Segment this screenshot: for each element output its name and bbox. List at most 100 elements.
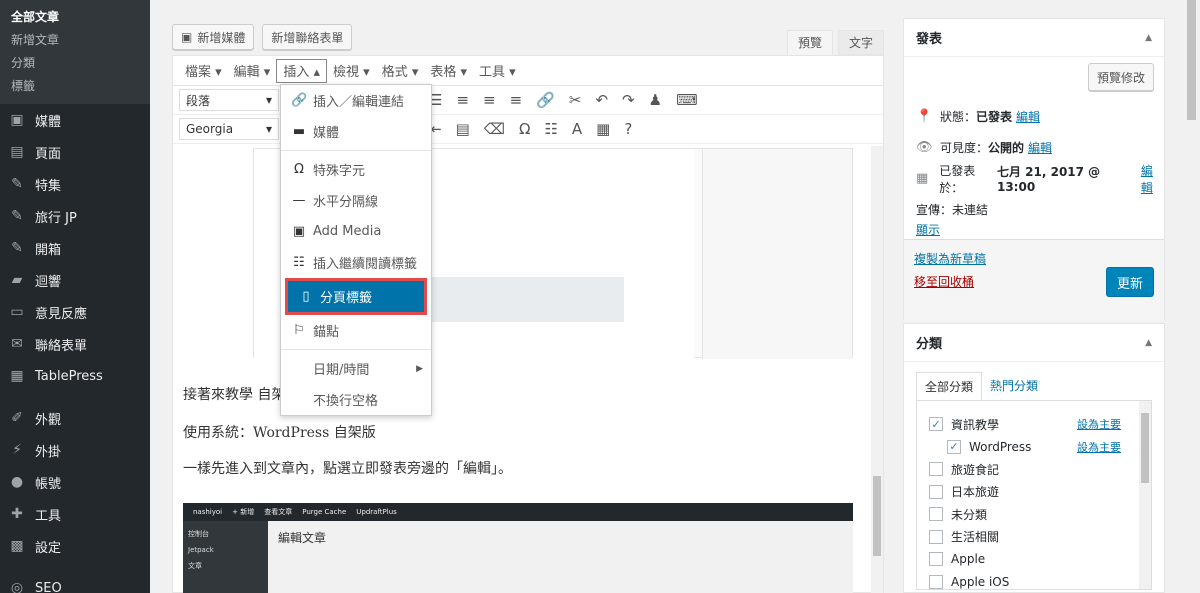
submenu-all-posts[interactable]: 全部文章 xyxy=(0,6,150,29)
category-scrollbar[interactable] xyxy=(1139,401,1151,589)
dropdown-item-5[interactable]: ☷ 插入繼續閱讀標籤 xyxy=(281,247,431,278)
link-icon[interactable]: 🔗 xyxy=(536,91,555,109)
spy-icon[interactable]: ♟ xyxy=(649,91,662,109)
sidebar-item-1[interactable]: ▤ 頁面 xyxy=(0,136,150,168)
submenu-new-post[interactable]: 新增文章 xyxy=(0,29,150,52)
keyboard-icon[interactable]: ⌨ xyxy=(676,91,698,109)
published-edit-link[interactable]: 編輯 xyxy=(1141,162,1164,196)
dropdown-item-4[interactable]: ▣ Add Media xyxy=(281,216,431,247)
category-checkbox[interactable] xyxy=(929,529,943,544)
tab-text[interactable]: 文字 xyxy=(837,30,884,55)
copy-draft-link[interactable]: 複製為新草稿 xyxy=(914,252,986,266)
font-select[interactable]: Georgia ▾ xyxy=(179,118,279,140)
sidebar-item-6[interactable]: ▭ 意見反應 xyxy=(0,296,150,328)
category-item[interactable]: Apple xyxy=(917,548,1151,571)
tab-all-categories[interactable]: 全部分類 xyxy=(916,372,983,400)
sidebar-item-5[interactable]: ▰ 迴響 xyxy=(0,264,150,296)
sidebar-item-14[interactable]: ◎ SEO xyxy=(0,572,150,593)
category-checkbox[interactable]: ✓ xyxy=(947,439,961,454)
editor-content[interactable]: 接著來教學 自架 使用系統：WordPress 自架版 一樣先進入到文章內，點選… xyxy=(173,146,873,593)
menubar-item-4[interactable]: 格式 ▾ xyxy=(376,59,425,83)
sidebar-item-7[interactable]: ✉ 聯絡表單 xyxy=(0,328,150,360)
category-item[interactable]: 日本旅遊 xyxy=(917,481,1151,504)
category-scroll-thumb[interactable] xyxy=(1141,413,1149,483)
status-edit-link[interactable]: 編輯 xyxy=(1016,108,1040,125)
pagebreak-icon: ▯ xyxy=(302,289,310,304)
add-media-button[interactable]: ▣ 新增媒體 xyxy=(172,24,255,50)
submenu-tags[interactable]: 標籤 xyxy=(0,75,150,98)
add-form-button[interactable]: 新增聯絡表單 xyxy=(262,24,353,50)
align-center-icon[interactable]: ≡ xyxy=(483,91,496,109)
sidebar-item-12[interactable]: ✚ 工具 xyxy=(0,498,150,530)
sidebar-item-4[interactable]: ✎ 開箱 xyxy=(0,232,150,264)
menubar-item-2[interactable]: 插入 ▴ xyxy=(276,58,328,83)
sidebar-item-3[interactable]: ✎ 旅行 JP xyxy=(0,200,150,232)
sidebar-item-11[interactable]: ● 帳號 xyxy=(0,466,150,498)
visibility-edit-link[interactable]: 編輯 xyxy=(1028,139,1052,156)
sidebar-item-0[interactable]: ▣ 媒體 xyxy=(0,104,150,136)
move-to-trash-link[interactable]: 移至回收桶 xyxy=(914,275,974,289)
align-left-icon[interactable]: ≡ xyxy=(456,91,469,109)
unlink-icon[interactable]: ✂ xyxy=(569,91,582,109)
category-item[interactable]: ✓ 資訊教學 設為主要 xyxy=(917,413,1151,436)
menubar-item-3[interactable]: 檢視 ▾ xyxy=(327,59,376,83)
dropdown-item-3[interactable]: — 水平分隔線 xyxy=(281,185,431,216)
undo-icon[interactable]: ↶ xyxy=(595,91,608,109)
categories-header[interactable]: 分類 ▲ xyxy=(904,324,1164,362)
dropdown-item-6[interactable]: ▯ 分頁標籤 xyxy=(285,278,427,315)
category-checkbox[interactable]: ✓ xyxy=(929,417,943,432)
preview-changes-button[interactable]: 預覽修改 xyxy=(1087,63,1154,91)
align-right-icon[interactable]: ≡ xyxy=(510,91,523,109)
dropdown-item-2[interactable]: Ω 特殊字元 xyxy=(281,154,431,185)
menubar-item-6[interactable]: 工具 ▾ xyxy=(473,59,522,83)
sidebar-item-9[interactable]: ✐ 外觀 xyxy=(0,402,150,434)
update-button[interactable]: 更新 xyxy=(1106,267,1154,297)
category-item[interactable]: 旅遊食記 xyxy=(917,458,1151,481)
category-item[interactable]: ✓ WordPress 設為主要 xyxy=(917,436,1151,459)
category-item[interactable]: Apple iOS xyxy=(917,571,1151,590)
dropdown-item-8[interactable]: 日期/時間 ▶ xyxy=(281,353,431,384)
hr-icon[interactable]: ☷ xyxy=(544,120,557,138)
dropdown-item-1[interactable]: ▬ 媒體 xyxy=(281,116,431,147)
publish-header[interactable]: 發表 ▲ xyxy=(904,19,1164,57)
sidebar-item-2[interactable]: ✎ 特集 xyxy=(0,168,150,200)
show-link[interactable]: 顯示 xyxy=(916,221,940,238)
category-checkbox[interactable] xyxy=(929,552,943,567)
category-item[interactable]: 生活相關 xyxy=(917,526,1151,549)
dropdown-item-0[interactable]: 🔗 插入／編輯連結 xyxy=(281,85,431,116)
help-icon[interactable]: ? xyxy=(624,120,632,138)
page-scrollbar[interactable] xyxy=(1183,0,1200,593)
tab-visual[interactable]: 預覽 xyxy=(786,30,833,55)
omega-icon[interactable]: Ω xyxy=(519,120,530,138)
dropdown-item-label: 插入繼續閱讀標籤 xyxy=(313,257,418,272)
menubar-item-1[interactable]: 編輯 ▾ xyxy=(228,59,277,83)
make-primary-link[interactable]: 設為主要 xyxy=(1077,439,1121,455)
category-item[interactable]: 未分類 xyxy=(917,503,1151,526)
make-primary-link[interactable]: 設為主要 xyxy=(1077,416,1121,432)
dropdown-item-7[interactable]: ⚐ 錨點 xyxy=(281,315,431,346)
page-scroll-thumb[interactable] xyxy=(1187,0,1196,120)
category-checkbox[interactable] xyxy=(929,507,943,522)
dropdown-item-9[interactable]: 不換行空格 xyxy=(281,384,431,415)
editor-scrollbar[interactable] xyxy=(871,146,883,593)
category-checkbox[interactable] xyxy=(929,574,943,589)
category-checkbox[interactable] xyxy=(929,462,943,477)
sidebar-item-8[interactable]: ▦ TablePress xyxy=(0,360,150,392)
category-checkbox[interactable] xyxy=(929,484,943,499)
collapse-icon[interactable]: ▲ xyxy=(1145,338,1152,348)
eraser-icon[interactable]: ⌫ xyxy=(484,120,505,138)
sidebar-item-13[interactable]: ▩ 設定 xyxy=(0,530,150,562)
paste-text-icon[interactable]: ▤ xyxy=(456,120,470,138)
editor-scroll-thumb[interactable] xyxy=(873,476,881,556)
format-select[interactable]: 段落 ▾ xyxy=(179,89,279,111)
table-icon[interactable]: ▦ xyxy=(596,120,610,138)
menubar-item-5[interactable]: 表格 ▾ xyxy=(424,59,473,83)
submenu-categories[interactable]: 分類 xyxy=(0,52,150,75)
text-color-icon[interactable]: A xyxy=(572,120,582,138)
tab-popular-categories[interactable]: 熱門分類 xyxy=(982,372,1046,400)
sidebar-item-10[interactable]: ⚡ 外掛 xyxy=(0,434,150,466)
redo-icon[interactable]: ↷ xyxy=(622,91,635,109)
menubar-item-0[interactable]: 檔案 ▾ xyxy=(179,59,228,83)
collapse-icon[interactable]: ▲ xyxy=(1145,33,1152,43)
seo-icon: ◎ xyxy=(10,580,24,593)
